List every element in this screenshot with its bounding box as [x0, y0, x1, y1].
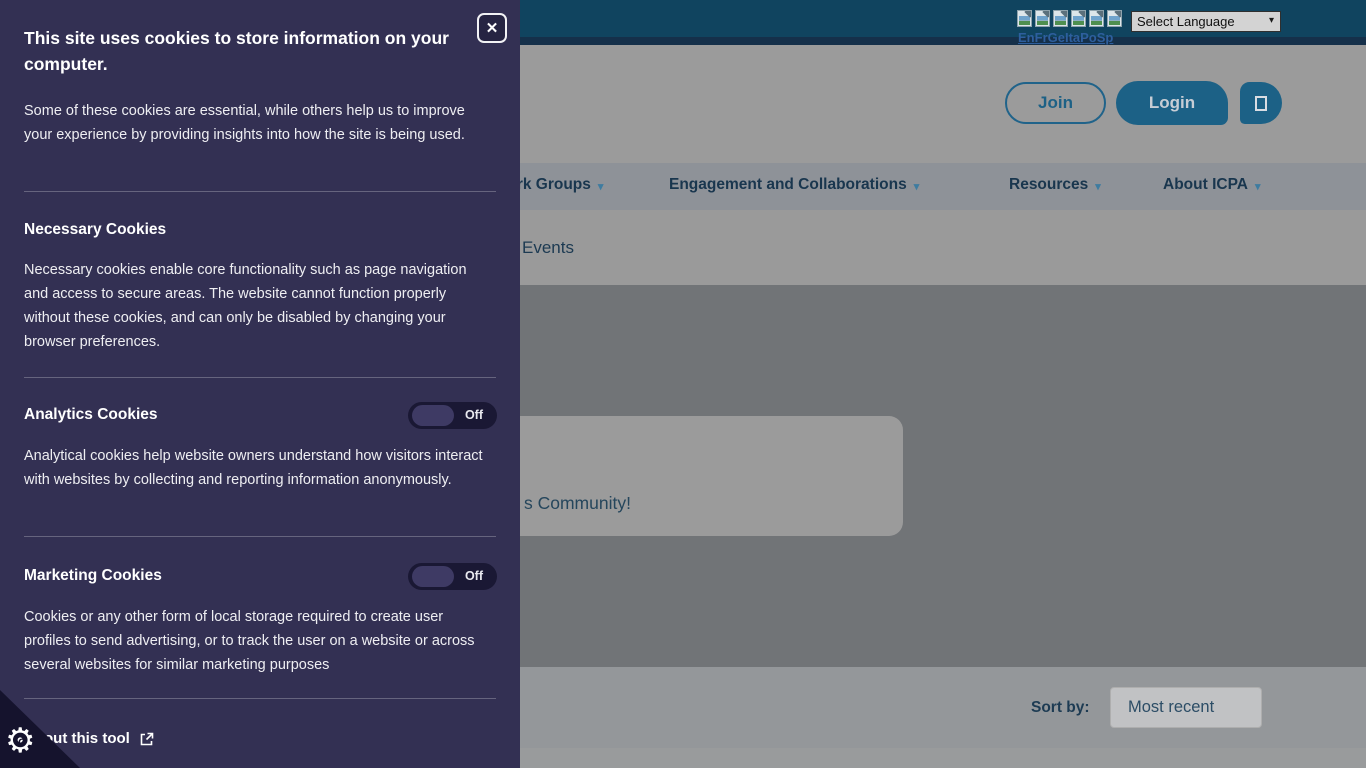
- sort-select-value: Most recent: [1128, 698, 1214, 717]
- toggle-knob: [412, 405, 454, 426]
- divider: [24, 191, 496, 192]
- login-button-label: Login: [1149, 93, 1195, 113]
- community-welcome-text: s Community!: [524, 493, 631, 514]
- nav-item-label: Resources: [1009, 176, 1088, 194]
- language-link-po[interactable]: Po: [1080, 30, 1097, 45]
- join-button[interactable]: Join: [1005, 82, 1106, 124]
- join-button-label: Join: [1038, 93, 1073, 113]
- chevron-down-icon: ▾: [1095, 178, 1101, 193]
- close-button[interactable]: ✕: [477, 13, 507, 43]
- broken-flag-image-icon[interactable]: [1053, 10, 1068, 27]
- analytics-cookies-description: Analytical cookies help website owners u…: [24, 444, 492, 492]
- nav-item-engagement-and-collaborations[interactable]: Engagement and Collaborations ▾: [669, 176, 919, 194]
- cookie-consent-panel: ✕ This site uses cookies to store inform…: [0, 0, 520, 768]
- broken-flag-image-icon[interactable]: [1089, 10, 1104, 27]
- chevron-down-icon: ▾: [914, 178, 920, 193]
- language-link-en[interactable]: En: [1018, 30, 1035, 45]
- toggle-knob: [412, 566, 454, 587]
- nav-item-label: Engagement and Collaborations: [669, 176, 907, 194]
- language-link-sp[interactable]: Sp: [1097, 30, 1114, 45]
- gear-letter: C: [18, 737, 26, 749]
- toggle-state-label: Off: [465, 569, 483, 583]
- broken-flag-image-icon[interactable]: [1071, 10, 1086, 27]
- toggle-state-label: Off: [465, 408, 483, 422]
- marketing-cookies-description: Cookies or any other form of local stora…: [24, 605, 492, 677]
- necessary-cookies-heading: Necessary Cookies: [24, 221, 166, 239]
- divider: [24, 377, 496, 378]
- language-link-ge[interactable]: Ge: [1048, 30, 1065, 45]
- cookie-panel-title: This site uses cookies to store informat…: [24, 25, 476, 77]
- nav-item-resources[interactable]: Resources ▾: [1009, 176, 1101, 194]
- sort-select[interactable]: Most recent: [1110, 687, 1262, 728]
- divider: [24, 536, 496, 537]
- language-link-row: EnFrGeItaPoSp: [1018, 30, 1113, 45]
- cookie-panel-intro: Some of these cookies are essential, whi…: [24, 99, 492, 147]
- marketing-cookies-toggle[interactable]: Off: [408, 563, 497, 590]
- breadcrumb: Events: [522, 238, 574, 258]
- search-button[interactable]: [1240, 82, 1282, 124]
- nav-item-about-icpa[interactable]: About ICPA ▾: [1163, 176, 1260, 194]
- sort-by-label: Sort by:: [1031, 699, 1090, 717]
- divider: [24, 698, 496, 699]
- broken-flag-image-icon[interactable]: [1017, 10, 1032, 27]
- analytics-cookies-toggle[interactable]: Off: [408, 402, 497, 429]
- chevron-down-icon: ▾: [598, 178, 604, 193]
- analytics-cookies-heading: Analytics Cookies: [24, 406, 158, 424]
- login-button[interactable]: Login: [1116, 81, 1228, 125]
- search-icon: [1255, 96, 1267, 111]
- language-link-fr[interactable]: Fr: [1035, 30, 1048, 45]
- page-root: EnFrGeItaPoSp Select Language ▾ Join Log…: [0, 0, 1366, 768]
- broken-flag-image-icon[interactable]: [1035, 10, 1050, 27]
- chevron-down-icon: ▾: [1269, 15, 1274, 26]
- select-language-dropdown[interactable]: Select Language ▾: [1131, 11, 1281, 32]
- close-icon: ✕: [486, 19, 499, 37]
- select-language-value: Select Language: [1137, 14, 1235, 29]
- external-link-icon: [139, 732, 154, 747]
- language-flag-row: [1017, 10, 1122, 27]
- marketing-cookies-heading: Marketing Cookies: [24, 567, 162, 585]
- chevron-down-icon: ▾: [1255, 178, 1261, 193]
- broken-flag-image-icon[interactable]: [1107, 10, 1122, 27]
- cookie-control-gear-button[interactable]: ⚙ C: [5, 725, 41, 761]
- nav-item-label: About ICPA: [1163, 176, 1248, 194]
- necessary-cookies-description: Necessary cookies enable core functional…: [24, 258, 492, 354]
- language-link-ita[interactable]: Ita: [1065, 30, 1080, 45]
